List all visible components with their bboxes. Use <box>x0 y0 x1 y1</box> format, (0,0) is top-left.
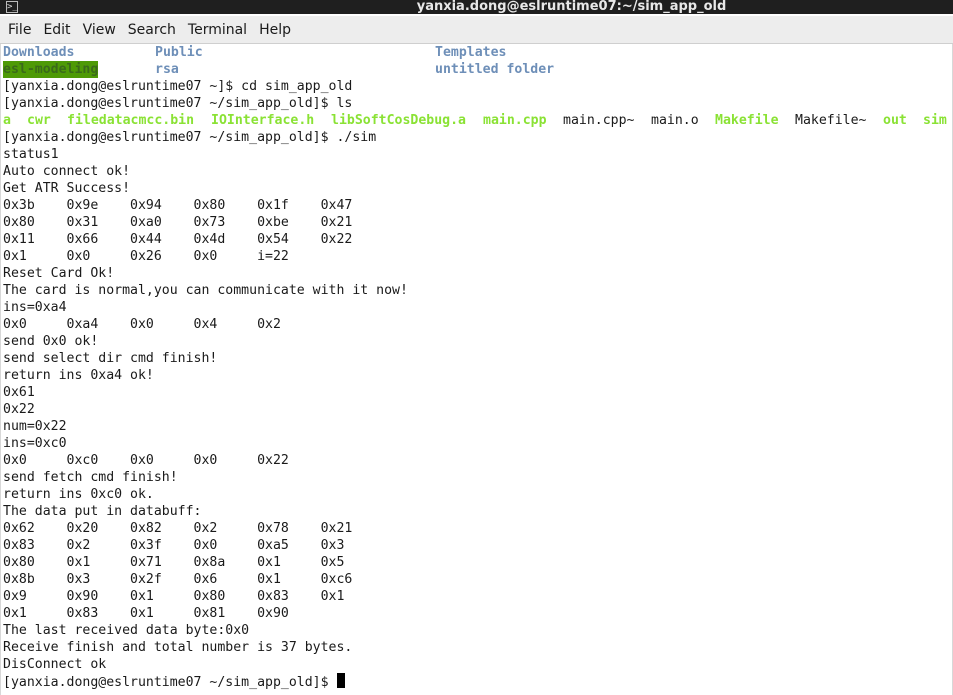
output-line: send 0x0 ok! <box>3 334 99 349</box>
final-prompt: [yanxia.dong@eslruntime07 ~/sim_app_old]… <box>3 675 337 690</box>
output-line: send fetch cmd finish! <box>3 470 178 485</box>
menu-help[interactable]: Help <box>253 16 297 44</box>
output-line: 0x61 <box>3 385 35 400</box>
listing-row: Downloads Public Templates <box>3 44 506 61</box>
output-line: send select dir cmd finish! <box>3 351 218 366</box>
output-line: Get ATR Success! <box>3 181 131 196</box>
file-entry: main.cpp <box>483 113 547 128</box>
prompt-line-active[interactable]: [yanxia.dong@eslruntime07 ~/sim_app_old]… <box>3 673 346 690</box>
output-line: return ins 0xc0 ok. <box>3 487 154 502</box>
dir-untitled-folder: untitled folder <box>435 62 555 77</box>
menu-bar: File Edit View Search Terminal Help <box>0 16 953 44</box>
prompt-line: [yanxia.dong@eslruntime07 ~]$ cd sim_app… <box>3 79 353 94</box>
terminal-output-area[interactable]: Downloads Public Templates esl-modeling … <box>0 44 953 695</box>
output-line: 0x1 0x83 0x1 0x81 0x90 <box>3 606 289 621</box>
menu-file[interactable]: File <box>2 16 37 44</box>
output-line: 0x22 <box>3 402 35 417</box>
file-entry: Makefile <box>715 113 779 128</box>
file-entry: IOInterface.h <box>211 113 315 128</box>
output-line: ins=0xc0 <box>3 436 67 451</box>
output-line: DisConnect ok <box>3 657 107 672</box>
dir-downloads: Downloads <box>3 45 75 60</box>
file-entry: libSoftCosDebug.a <box>331 113 466 128</box>
window-titlebar[interactable]: >_ yanxia.dong@eslruntime07:~/sim_app_ol… <box>0 0 953 14</box>
output-line: 0x8b 0x3 0x2f 0x6 0x1 0xc6 <box>3 572 353 587</box>
dir-rsa: rsa <box>155 62 179 77</box>
prompt-line: [yanxia.dong@eslruntime07 ~/sim_app_old]… <box>3 130 377 145</box>
dir-templates: Templates <box>435 45 507 60</box>
output-line: status1 <box>3 147 59 162</box>
output-line: Auto connect ok! <box>3 164 131 179</box>
output-line: 0x80 0x31 0xa0 0x73 0xbe 0x21 <box>3 215 353 230</box>
file-entry: main.o <box>651 113 699 128</box>
output-line: 0x62 0x20 0x82 0x2 0x78 0x21 <box>3 521 353 536</box>
file-entry: Makefile~ <box>795 113 867 128</box>
output-line: The last received data byte:0x0 <box>3 623 250 638</box>
window-title: yanxia.dong@eslruntime07:~/sim_app_old <box>416 0 727 14</box>
file-entry: sim <box>923 113 947 128</box>
output-line: The card is normal,you can communicate w… <box>3 283 408 298</box>
output-line: num=0x22 <box>3 419 67 434</box>
dir-esl-modeling: esl-modeling <box>3 61 99 78</box>
output-line: 0x80 0x1 0x71 0x8a 0x1 0x5 <box>3 555 345 570</box>
text-cursor <box>337 673 346 688</box>
file-entry: cwr <box>27 113 51 128</box>
output-line: 0x9 0x90 0x1 0x80 0x83 0x1 <box>3 589 345 604</box>
file-entry: filedatacmcc.bin <box>67 113 195 128</box>
menu-search[interactable]: Search <box>122 16 182 44</box>
output-line: 0x1 0x0 0x26 0x0 i=22 <box>3 249 289 264</box>
menu-terminal[interactable]: Terminal <box>182 16 253 44</box>
output-line: Reset Card Ok! <box>3 266 115 281</box>
prompt-line: [yanxia.dong@eslruntime07 ~/sim_app_old]… <box>3 96 353 111</box>
output-line: The data put in databuff: <box>3 504 202 519</box>
output-line: 0x3b 0x9e 0x94 0x80 0x1f 0x47 <box>3 198 353 213</box>
menu-view[interactable]: View <box>77 16 122 44</box>
output-line: 0x0 0xc0 0x0 0x0 0x22 <box>3 453 289 468</box>
file-entry: a <box>3 113 11 128</box>
output-line: 0x0 0xa4 0x0 0x4 0x2 <box>3 317 281 332</box>
file-entry: out <box>883 113 907 128</box>
menu-edit[interactable]: Edit <box>37 16 76 44</box>
output-line: 0x11 0x66 0x44 0x4d 0x54 0x22 <box>3 232 353 247</box>
output-line: 0x83 0x2 0x3f 0x0 0xa5 0x3 <box>3 538 345 553</box>
output-line: return ins 0xa4 ok! <box>3 368 154 383</box>
file-entry: main.cpp~ <box>563 113 635 128</box>
listing-row: esl-modeling rsa untitled folder <box>3 61 554 78</box>
dir-public: Public <box>155 45 203 60</box>
output-line: ins=0xa4 <box>3 300 67 315</box>
ls-output-line: a cwr filedatacmcc.bin IOInterface.h lib… <box>3 112 952 129</box>
output-line: Receive finish and total number is 37 by… <box>3 640 353 655</box>
